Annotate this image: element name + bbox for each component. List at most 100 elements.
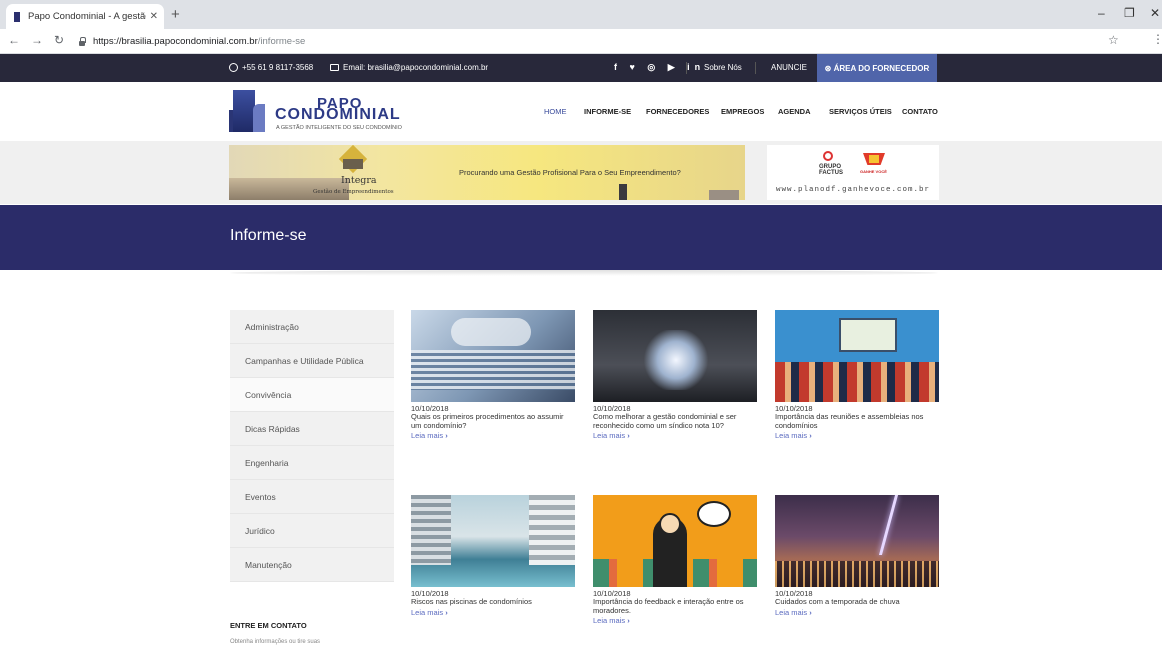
new-tab-icon[interactable]: + [171,6,180,23]
site-header: PAPO CONDOMINIAL A GESTÃO INTELIGENTE DO… [0,82,1162,141]
post-card[interactable]: 10/10/2018 Riscos nas piscinas de condom… [411,495,575,617]
nav-informe-se[interactable]: INFORME-SE [584,107,631,116]
email-address: Email: brasilia@papocondominial.com.br [343,63,489,72]
about-link[interactable]: Sobre Nós [704,63,742,72]
logo-building-icon [253,104,265,132]
back-icon[interactable]: ← [8,33,20,47]
factus-group-name: GRUPO FACTUS [819,164,843,176]
face-image [659,513,681,535]
browser-menu-icon[interactable]: ⋮ [1152,32,1162,46]
post-card[interactable]: 10/10/2018 Importância das reuniões e as… [775,310,939,440]
divider-shadow [230,270,938,276]
post-card[interactable]: 10/10/2018 Quais os primeiros procedimen… [411,310,575,440]
category-item[interactable]: Jurídico [230,514,394,548]
read-more-link[interactable]: Leia mais › [593,431,757,440]
read-more-label: Leia mais [411,431,444,440]
restore-icon[interactable]: ❐ [1124,6,1135,20]
social-icons[interactable]: f ♥ ◎ ▶ in [614,62,705,73]
email-contact[interactable]: Email: brasilia@papocondominial.com.br [330,63,488,72]
divider [755,62,756,74]
read-more-link[interactable]: Leia mais › [411,608,575,617]
contact-heading: ENTRE EM CONTATO [230,621,307,630]
post-thumbnail[interactable] [593,310,757,402]
minimize-icon[interactable]: – [1098,6,1105,20]
nav-contato[interactable]: CONTATO [902,107,938,116]
post-thumbnail[interactable] [411,495,575,587]
phone-contact[interactable]: +55 61 9 8117-3568 [229,63,313,72]
category-item[interactable]: Manutenção [230,548,394,582]
mail-icon [330,64,339,71]
category-item[interactable]: Convivência [230,378,394,412]
chevron-right-icon: › [809,607,812,617]
supplier-area-button[interactable]: ⊛ ÁREA DO FORNECEDOR [817,54,937,82]
nav-empregos[interactable]: EMPREGOS [721,107,764,116]
reload-icon[interactable]: ↻ [54,33,64,47]
forward-icon[interactable]: → [31,33,43,47]
building-left-image [411,495,451,565]
contact-text: Obtenha informações ou tire suas [230,639,321,645]
post-title[interactable]: Quais os primeiros procedimentos ao assu… [411,412,575,430]
page-title-band: Informe-se [0,205,1162,270]
read-more-link[interactable]: Leia mais › [593,616,757,625]
category-item[interactable]: Campanhas e Utilidade Pública [230,344,394,378]
category-item[interactable]: Administração [230,310,394,344]
lightning-image [878,495,899,555]
speech-bubble-icon [697,501,731,527]
post-thumbnail[interactable] [775,310,939,402]
post-title[interactable]: Importância das reuniões e assembleias n… [775,412,939,430]
phone-number: +55 61 9 8117-3568 [242,63,314,72]
post-title[interactable]: Cuidados com a temporada de chuva [775,597,939,607]
post-thumbnail[interactable] [775,495,939,587]
documents-image [411,350,575,390]
category-item[interactable]: Eventos [230,480,394,514]
post-card[interactable]: 10/10/2018 Importância do feedback e int… [593,495,757,625]
browser-tab[interactable]: Papo Condominial - A gestão inte ✕ [6,4,164,29]
integra-ad-banner[interactable]: Integra Gestão de Empreendimentos Procur… [229,145,745,200]
close-window-icon[interactable]: ✕ [1150,6,1160,20]
nav-home[interactable]: HOME [544,107,567,116]
page-title: Informe-se [230,227,307,244]
city-hologram-image [641,330,711,390]
nav-fornecedores[interactable]: FORNECEDORES [646,107,709,116]
category-item[interactable]: Engenharia [230,446,394,480]
factus-site-url: www.planodf.ganhevoce.com.br [776,186,931,194]
read-more-link[interactable]: Leia mais › [775,608,939,617]
factus-ad-banner[interactable]: GRUPO FACTUS GANHE VOCÊ www.planodf.ganh… [767,145,939,200]
post-thumbnail[interactable] [593,495,757,587]
post-card[interactable]: 10/10/2018 Como melhorar a gestão condom… [593,310,757,440]
post-card[interactable]: 10/10/2018 Cuidados com a temporada de c… [775,495,939,617]
site-logo[interactable]: PAPO CONDOMINIAL A GESTÃO INTELIGENTE DO… [229,88,419,136]
nav-servicos-uteis[interactable]: SERVIÇOS ÚTEIS [829,107,892,116]
nav-agenda[interactable]: AGENDA [778,107,811,116]
anuncie-link[interactable]: ANUNCIE [771,63,807,72]
category-sidebar: Administração Campanhas e Utilidade Públ… [230,310,394,582]
integra-subtitle: Gestão de Empreendimentos [313,189,394,195]
integra-cta: Procurando uma Gestão Profisional Para o… [459,168,681,177]
browser-tab-bar: Papo Condominial - A gestão inte ✕ + – ❐… [0,0,1162,29]
bookmark-star-icon[interactable]: ☆ [1108,33,1119,47]
tower-image [619,184,627,200]
url-path: /informe-se [257,36,306,47]
post-title[interactable]: Como melhorar a gestão condominial e ser… [593,412,757,430]
read-more-link[interactable]: Leia mais › [411,431,575,440]
post-title[interactable]: Riscos nas piscinas de condomínios [411,597,575,607]
tab-title: Papo Condominial - A gestão inte [28,11,146,22]
logo-building-icon [233,90,255,132]
site-top-bar: +55 61 9 8117-3568 Email: brasilia@papoc… [0,54,1162,82]
audience-image [775,362,939,402]
category-item[interactable]: Dicas Rápidas [230,412,394,446]
read-more-label: Leia mais [775,431,808,440]
chevron-right-icon: › [627,616,630,625]
building-right-image [529,495,575,565]
whatsapp-icon [229,63,238,72]
post-title[interactable]: Importância do feedback e interação entr… [593,597,757,615]
post-thumbnail[interactable] [411,310,575,402]
chevron-right-icon: › [445,607,448,617]
hands-image [451,318,531,346]
url-host: https://brasilia.papocondominial.com.br [93,36,258,47]
address-bar[interactable]: https://brasilia.papocondominial.com.br /… [78,32,1118,51]
close-tab-icon[interactable]: ✕ [150,11,158,22]
read-more-label: Leia mais [593,616,626,625]
site-favicon-icon [12,11,22,23]
read-more-link[interactable]: Leia mais › [775,431,939,440]
